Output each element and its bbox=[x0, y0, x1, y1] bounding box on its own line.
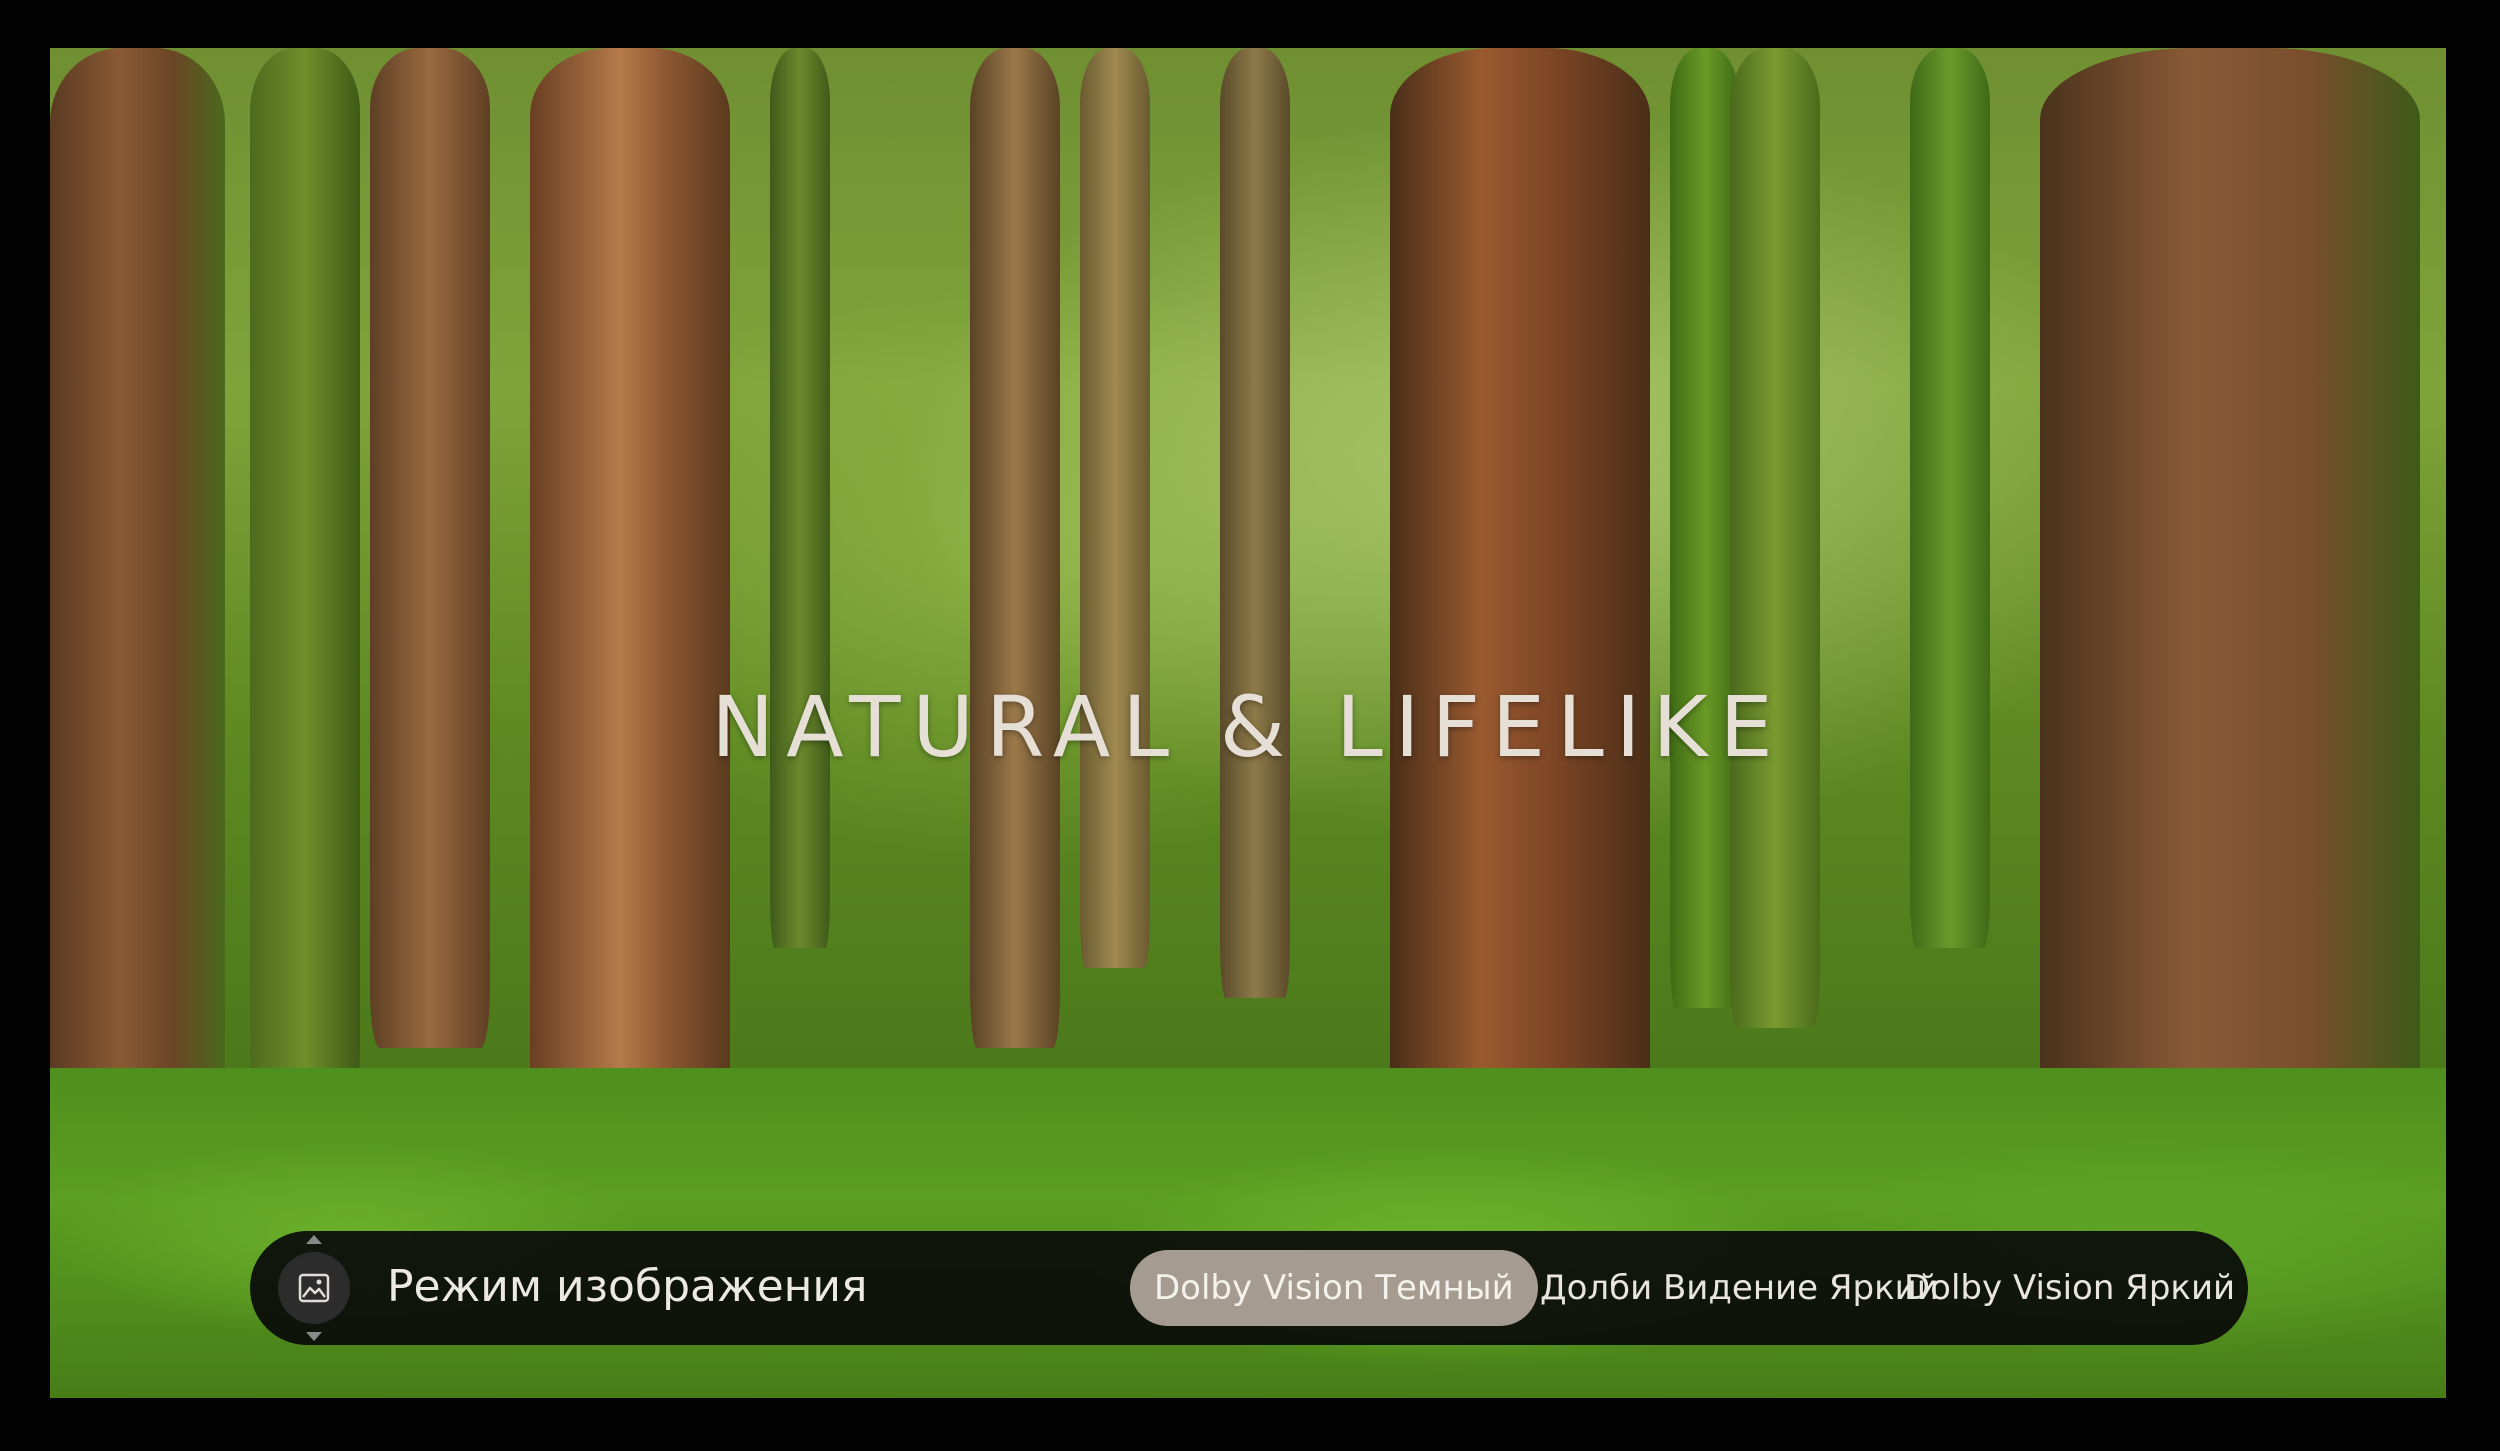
option-dolby-vision-bright[interactable]: Dolby Vision Яркий bbox=[1880, 1250, 2259, 1326]
tree-trunk bbox=[1730, 48, 1820, 1028]
arrow-down-icon[interactable] bbox=[306, 1332, 322, 1341]
tree-trunk bbox=[370, 48, 490, 1048]
option-label: Долби Видение Яркий bbox=[1540, 1268, 1939, 1308]
tree-trunk bbox=[970, 48, 1060, 1048]
picture-mode-icon-button[interactable] bbox=[278, 1252, 350, 1324]
tree-trunk bbox=[250, 48, 360, 1108]
picture-mode-menu: Режим изображения Dolby Vision Темный До… bbox=[250, 1231, 2248, 1345]
menu-title: Режим изображения bbox=[387, 1261, 868, 1312]
tree-trunk bbox=[1220, 48, 1290, 998]
tree-trunk bbox=[1390, 48, 1650, 1178]
option-dolby-vision-dark[interactable]: Dolby Vision Темный bbox=[1130, 1250, 1538, 1326]
arrow-up-icon[interactable] bbox=[306, 1235, 322, 1244]
tree-trunk bbox=[1910, 48, 1990, 948]
tree-trunk bbox=[770, 48, 830, 948]
option-label: Dolby Vision Яркий bbox=[1904, 1268, 2236, 1308]
option-label: Dolby Vision Темный bbox=[1154, 1268, 1514, 1308]
tv-bezel: NATURAL & LIFELIKE Режим изображения Dol… bbox=[0, 0, 2500, 1451]
picture-icon bbox=[298, 1273, 330, 1303]
tree-trunk bbox=[1080, 48, 1150, 968]
tree-trunk bbox=[530, 48, 730, 1178]
headline-text: NATURAL & LIFELIKE bbox=[711, 678, 1785, 776]
tv-screen: NATURAL & LIFELIKE Режим изображения Dol… bbox=[50, 48, 2446, 1398]
